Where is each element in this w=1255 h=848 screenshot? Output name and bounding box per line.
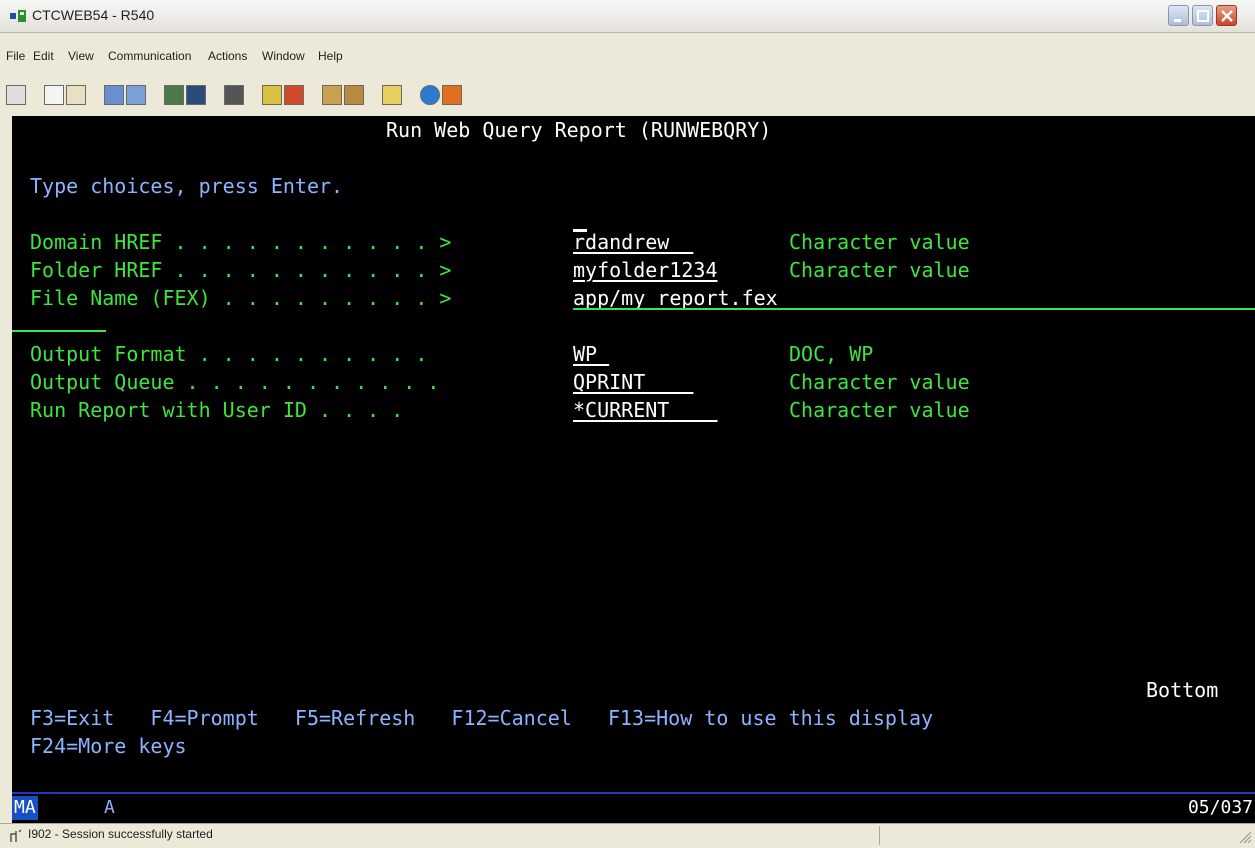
operator-info-area: MA A 05/037: [12, 792, 1255, 824]
play-icon[interactable]: [284, 85, 304, 105]
file-name-underline-wrap: [12, 330, 106, 332]
menu-communication[interactable]: Communication: [108, 49, 191, 63]
screen-title: Run Web Query Report (RUNWEBQRY): [386, 118, 772, 142]
function-keys-line-1[interactable]: F3=Exit F4=Prompt F5=Refresh F12=Cancel …: [30, 704, 933, 732]
send-icon[interactable]: [104, 85, 124, 105]
emulator-window: CTCWEB54 - R540 File Edit View Communica…: [0, 0, 1255, 848]
status-message: I902 - Session successfully started: [28, 827, 213, 841]
menu-window[interactable]: Window: [262, 49, 305, 63]
close-icon: [1221, 10, 1233, 22]
param-label-output-queue: Output Queue . . . . . . . . . . .: [30, 370, 452, 394]
status-divider: [878, 826, 880, 845]
title-bar: CTCWEB54 - R540: [0, 0, 1255, 33]
status-bar: I902 - Session successfully started: [0, 823, 1255, 848]
close-button[interactable]: [1216, 5, 1237, 26]
menu-view[interactable]: View: [68, 49, 94, 63]
app-terminal-icon: [10, 10, 26, 22]
menu-edit[interactable]: Edit: [33, 49, 54, 63]
menu-help[interactable]: Help: [318, 49, 343, 63]
paste-icon[interactable]: [66, 85, 86, 105]
display-icon[interactable]: [164, 85, 184, 105]
menu-file[interactable]: File: [6, 49, 25, 63]
more-indicator: Bottom: [1146, 678, 1219, 702]
maximize-icon: [1197, 10, 1209, 22]
domain-href-field[interactable]: rdandrew: [573, 228, 693, 256]
minimize-button[interactable]: [1168, 5, 1189, 26]
window-title: CTCWEB54 - R540: [32, 7, 155, 23]
globe-icon[interactable]: [420, 85, 440, 105]
session-indicator: A: [104, 797, 115, 818]
maximize-button[interactable]: [1192, 5, 1213, 26]
param-label-folder-href: Folder HREF . . . . . . . . . . . >: [30, 258, 452, 282]
connection-icon: [10, 829, 22, 842]
clipboard-icon[interactable]: [382, 85, 402, 105]
folder-href-field[interactable]: myfolder1234: [573, 256, 718, 284]
mode-indicator: MA: [12, 796, 38, 820]
toolbar: [0, 80, 1255, 112]
copy-icon[interactable]: [44, 85, 64, 105]
run-user-id-field[interactable]: *CURRENT: [573, 396, 718, 424]
receive-file-icon[interactable]: [344, 85, 364, 105]
resize-grip-icon[interactable]: [1238, 830, 1252, 844]
minimize-icon: [1174, 19, 1181, 22]
output-queue-field[interactable]: QPRINT: [573, 368, 693, 396]
function-keys-line-2[interactable]: F24=More keys: [30, 732, 187, 760]
menu-bar: File Edit View Communication Actions Win…: [0, 44, 1255, 70]
help-icon[interactable]: [442, 85, 462, 105]
domain-href-hint: Character value: [789, 230, 970, 254]
output-queue-hint: Character value: [789, 370, 970, 394]
file-name-underline: [573, 308, 1255, 310]
transfer-icon[interactable]: [322, 85, 342, 105]
text-cursor: [573, 229, 587, 232]
param-label-file-name: File Name (FEX) . . . . . . . . . >: [30, 286, 452, 310]
keypad-icon[interactable]: [186, 85, 206, 105]
param-label-output-format: Output Format . . . . . . . . . .: [30, 342, 452, 366]
terminal-screen[interactable]: Run Web Query Report (RUNWEBQRY) Type ch…: [12, 116, 1255, 792]
instruction-text: Type choices, press Enter.: [30, 174, 344, 198]
record-icon[interactable]: [262, 85, 282, 105]
menu-actions[interactable]: Actions: [208, 49, 247, 63]
run-user-id-hint: Character value: [789, 398, 970, 422]
receive-icon[interactable]: [126, 85, 146, 105]
param-label-domain-href: Domain HREF . . . . . . . . . . . >: [30, 230, 452, 254]
macro-icon[interactable]: [224, 85, 244, 105]
print-screen-icon[interactable]: [6, 85, 26, 105]
output-format-hint: DOC, WP: [789, 342, 874, 366]
output-format-field[interactable]: WP: [573, 340, 609, 368]
param-label-run-user-id: Run Report with User ID . . . .: [30, 398, 452, 422]
cursor-position: 05/037: [1187, 797, 1253, 818]
folder-href-hint: Character value: [789, 258, 970, 282]
